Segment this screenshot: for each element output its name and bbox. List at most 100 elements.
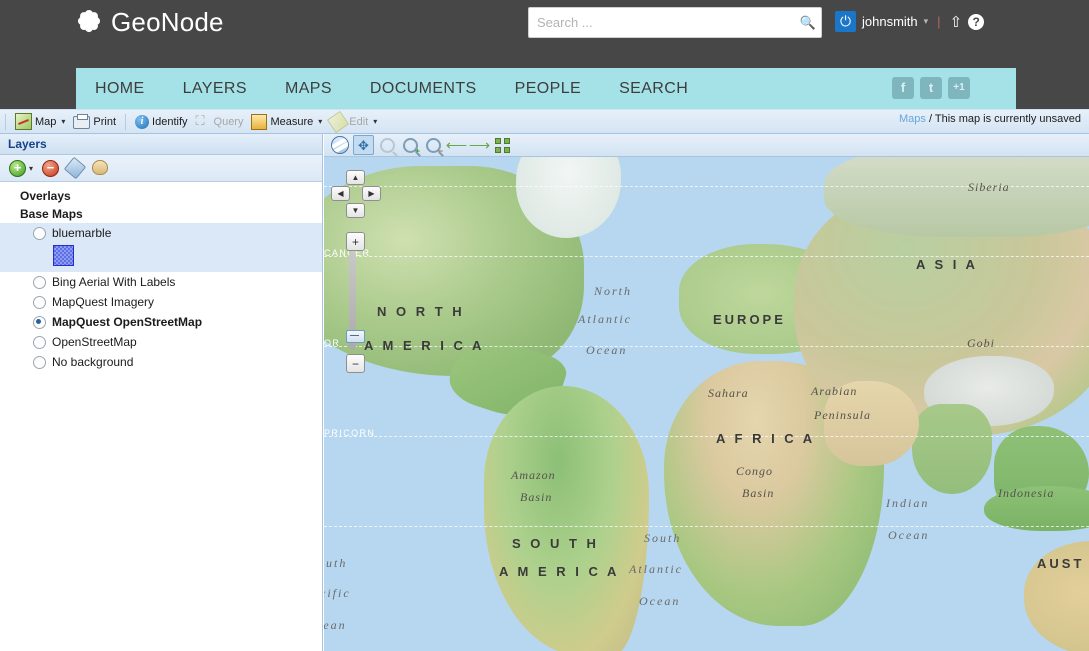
legend-swatch-row <box>0 243 322 272</box>
zoom-out-icon[interactable]: − <box>424 136 443 155</box>
layer-label: MapQuest OpenStreetMap <box>52 315 203 329</box>
map-label-amazon-1: Amazon <box>511 468 556 482</box>
layer-radio[interactable] <box>33 355 46 369</box>
chevron-down-icon[interactable]: ▾ <box>61 117 65 126</box>
zoom-box-icon[interactable] <box>378 136 397 154</box>
map-menu-label: Map <box>35 115 57 128</box>
map-label-north-atlantic-2: Atlantic <box>578 312 632 326</box>
query-button[interactable]: ⛶ Query <box>192 113 248 130</box>
username-label: johnsmith <box>862 14 918 29</box>
print-button[interactable]: Print <box>69 113 120 130</box>
layer-style-palette-icon[interactable] <box>92 160 109 176</box>
pan-right-button[interactable]: ▶ <box>362 186 381 201</box>
layer-radio[interactable] <box>33 335 46 349</box>
map-navigation-toolbar: ✥ + − ⟵ ⟶ <box>324 134 1089 157</box>
forward-arrow-icon[interactable]: ⟶ <box>469 136 491 154</box>
map-viewport[interactable]: ✥ + − ⟵ ⟶ CANCER OR PRICORN Siberia A S … <box>324 134 1089 651</box>
info-icon: i <box>135 114 150 129</box>
layer-radio[interactable] <box>33 295 46 309</box>
globe-icon[interactable] <box>330 136 349 154</box>
upload-icon[interactable]: ⇧ <box>950 13 963 31</box>
map-label-australia: AUST <box>1037 556 1085 571</box>
nav-item-maps[interactable]: MAPS <box>266 68 351 109</box>
add-layer-icon[interactable]: + <box>9 160 26 177</box>
nav-item-search[interactable]: SEARCH <box>600 68 707 109</box>
layer-radio[interactable] <box>33 226 46 240</box>
zoom-to-extent-icon[interactable] <box>493 136 512 154</box>
map-label-indonesia: Indonesia <box>998 486 1055 500</box>
layer-label: OpenStreetMap <box>52 335 137 349</box>
zoom-in-icon[interactable]: + <box>401 136 420 155</box>
brand[interactable]: GeoNode <box>76 7 224 38</box>
twitter-icon[interactable]: t <box>920 77 942 99</box>
pan-left-button[interactable]: ◀ <box>331 186 350 201</box>
map-label-gobi: Gobi <box>967 336 995 350</box>
search-icon[interactable]: 🔍 <box>795 15 821 31</box>
layer-properties-wrench-icon[interactable] <box>63 156 87 180</box>
search-input[interactable] <box>529 15 795 30</box>
pan-down-button[interactable]: ▼ <box>346 203 365 218</box>
map-status: Maps / This map is currently unsaved <box>899 113 1081 125</box>
edit-button[interactable]: Edit ▾ <box>326 110 381 133</box>
map-label-congo-2: Basin <box>742 486 775 500</box>
query-binoculars-icon: ⛶ <box>195 113 205 128</box>
zoom-out-button[interactable]: − <box>346 354 365 373</box>
zoom-slider-handle[interactable] <box>346 330 365 343</box>
nav-item-documents[interactable]: DOCUMENTS <box>351 68 496 109</box>
layers-panel: Layers + ▾ − Overlays Base Maps bluemarb… <box>0 134 323 651</box>
identify-button[interactable]: i Identify <box>131 114 191 130</box>
tree-group-overlays[interactable]: Overlays <box>0 187 322 205</box>
layer-label: bluemarble <box>52 226 112 240</box>
toolbar-separator <box>5 113 6 130</box>
pencil-edit-icon <box>327 110 350 133</box>
nav-item-home[interactable]: HOME <box>76 68 164 109</box>
gridlabel-capricorn: PRICORN <box>324 428 376 438</box>
layer-row-openstreetmap[interactable]: OpenStreetMap <box>0 332 322 352</box>
chevron-down-icon[interactable]: ▾ <box>924 16 929 27</box>
map-label-siberia: Siberia <box>968 180 1010 194</box>
googleplus-icon[interactable]: +1 <box>948 77 970 99</box>
print-label: Print <box>93 115 117 128</box>
layer-row-no-background[interactable]: No background <box>0 352 322 372</box>
back-arrow-icon[interactable]: ⟵ <box>446 136 468 154</box>
map-label-africa: A F R I C A <box>716 431 816 446</box>
remove-glyph: − <box>42 160 60 177</box>
tree-group-basemaps[interactable]: Base Maps <box>0 205 322 223</box>
chevron-down-icon[interactable]: ▾ <box>373 117 377 126</box>
layer-label: Bing Aerial With Labels <box>52 275 176 289</box>
search-box[interactable]: 🔍 <box>528 7 822 38</box>
map-label-congo-1: Congo <box>736 464 774 478</box>
measure-button[interactable]: Measure ▾ <box>247 113 326 131</box>
landmass-siberia-north <box>824 156 1089 237</box>
pan-up-button[interactable]: ▲ <box>346 170 365 185</box>
map-menu-button[interactable]: Map ▾ <box>11 112 69 131</box>
chevron-down-icon[interactable]: ▾ <box>318 117 322 126</box>
layer-radio[interactable] <box>33 275 46 289</box>
layer-label: No background <box>52 355 134 369</box>
nav-item-layers[interactable]: LAYERS <box>164 68 266 109</box>
wrench-shape <box>63 156 87 180</box>
printer-icon <box>73 114 91 129</box>
map-label-north-atlantic-1: North <box>594 284 633 298</box>
layer-row-mapquest-imagery[interactable]: MapQuest Imagery <box>0 292 322 312</box>
user-menu[interactable]: ⏻ johnsmith ▾ | ⇧ ? <box>835 11 985 32</box>
map-label-asia: A S I A <box>916 257 978 272</box>
layer-row-bing-aerial[interactable]: Bing Aerial With Labels <box>0 272 322 292</box>
chevron-down-icon[interactable]: ▾ <box>29 164 33 173</box>
zoom-in-button[interactable]: + <box>346 232 365 251</box>
remove-layer-icon[interactable]: − <box>42 160 60 177</box>
divider: | <box>937 14 941 29</box>
unsaved-status-text: This map is currently unsaved <box>934 113 1081 125</box>
world-map-canvas[interactable]: CANCER OR PRICORN Siberia A S I A Gobi N… <box>324 156 1089 651</box>
maps-breadcrumb-link[interactable]: Maps <box>899 113 926 125</box>
facebook-icon[interactable]: f <box>892 77 914 99</box>
map-label-sahara: Sahara <box>708 386 749 400</box>
layer-radio-selected[interactable] <box>33 315 46 329</box>
nav-item-people[interactable]: PEOPLE <box>496 68 600 109</box>
layer-row-bluemarble[interactable]: bluemarble <box>0 223 322 243</box>
layers-panel-toolbar: + ▾ − <box>0 155 322 182</box>
help-icon[interactable]: ? <box>968 13 985 30</box>
landmass-india <box>912 404 992 494</box>
pan-tool-icon[interactable]: ✥ <box>353 135 374 155</box>
layer-row-mapquest-openstreetmap[interactable]: MapQuest OpenStreetMap <box>0 312 322 332</box>
